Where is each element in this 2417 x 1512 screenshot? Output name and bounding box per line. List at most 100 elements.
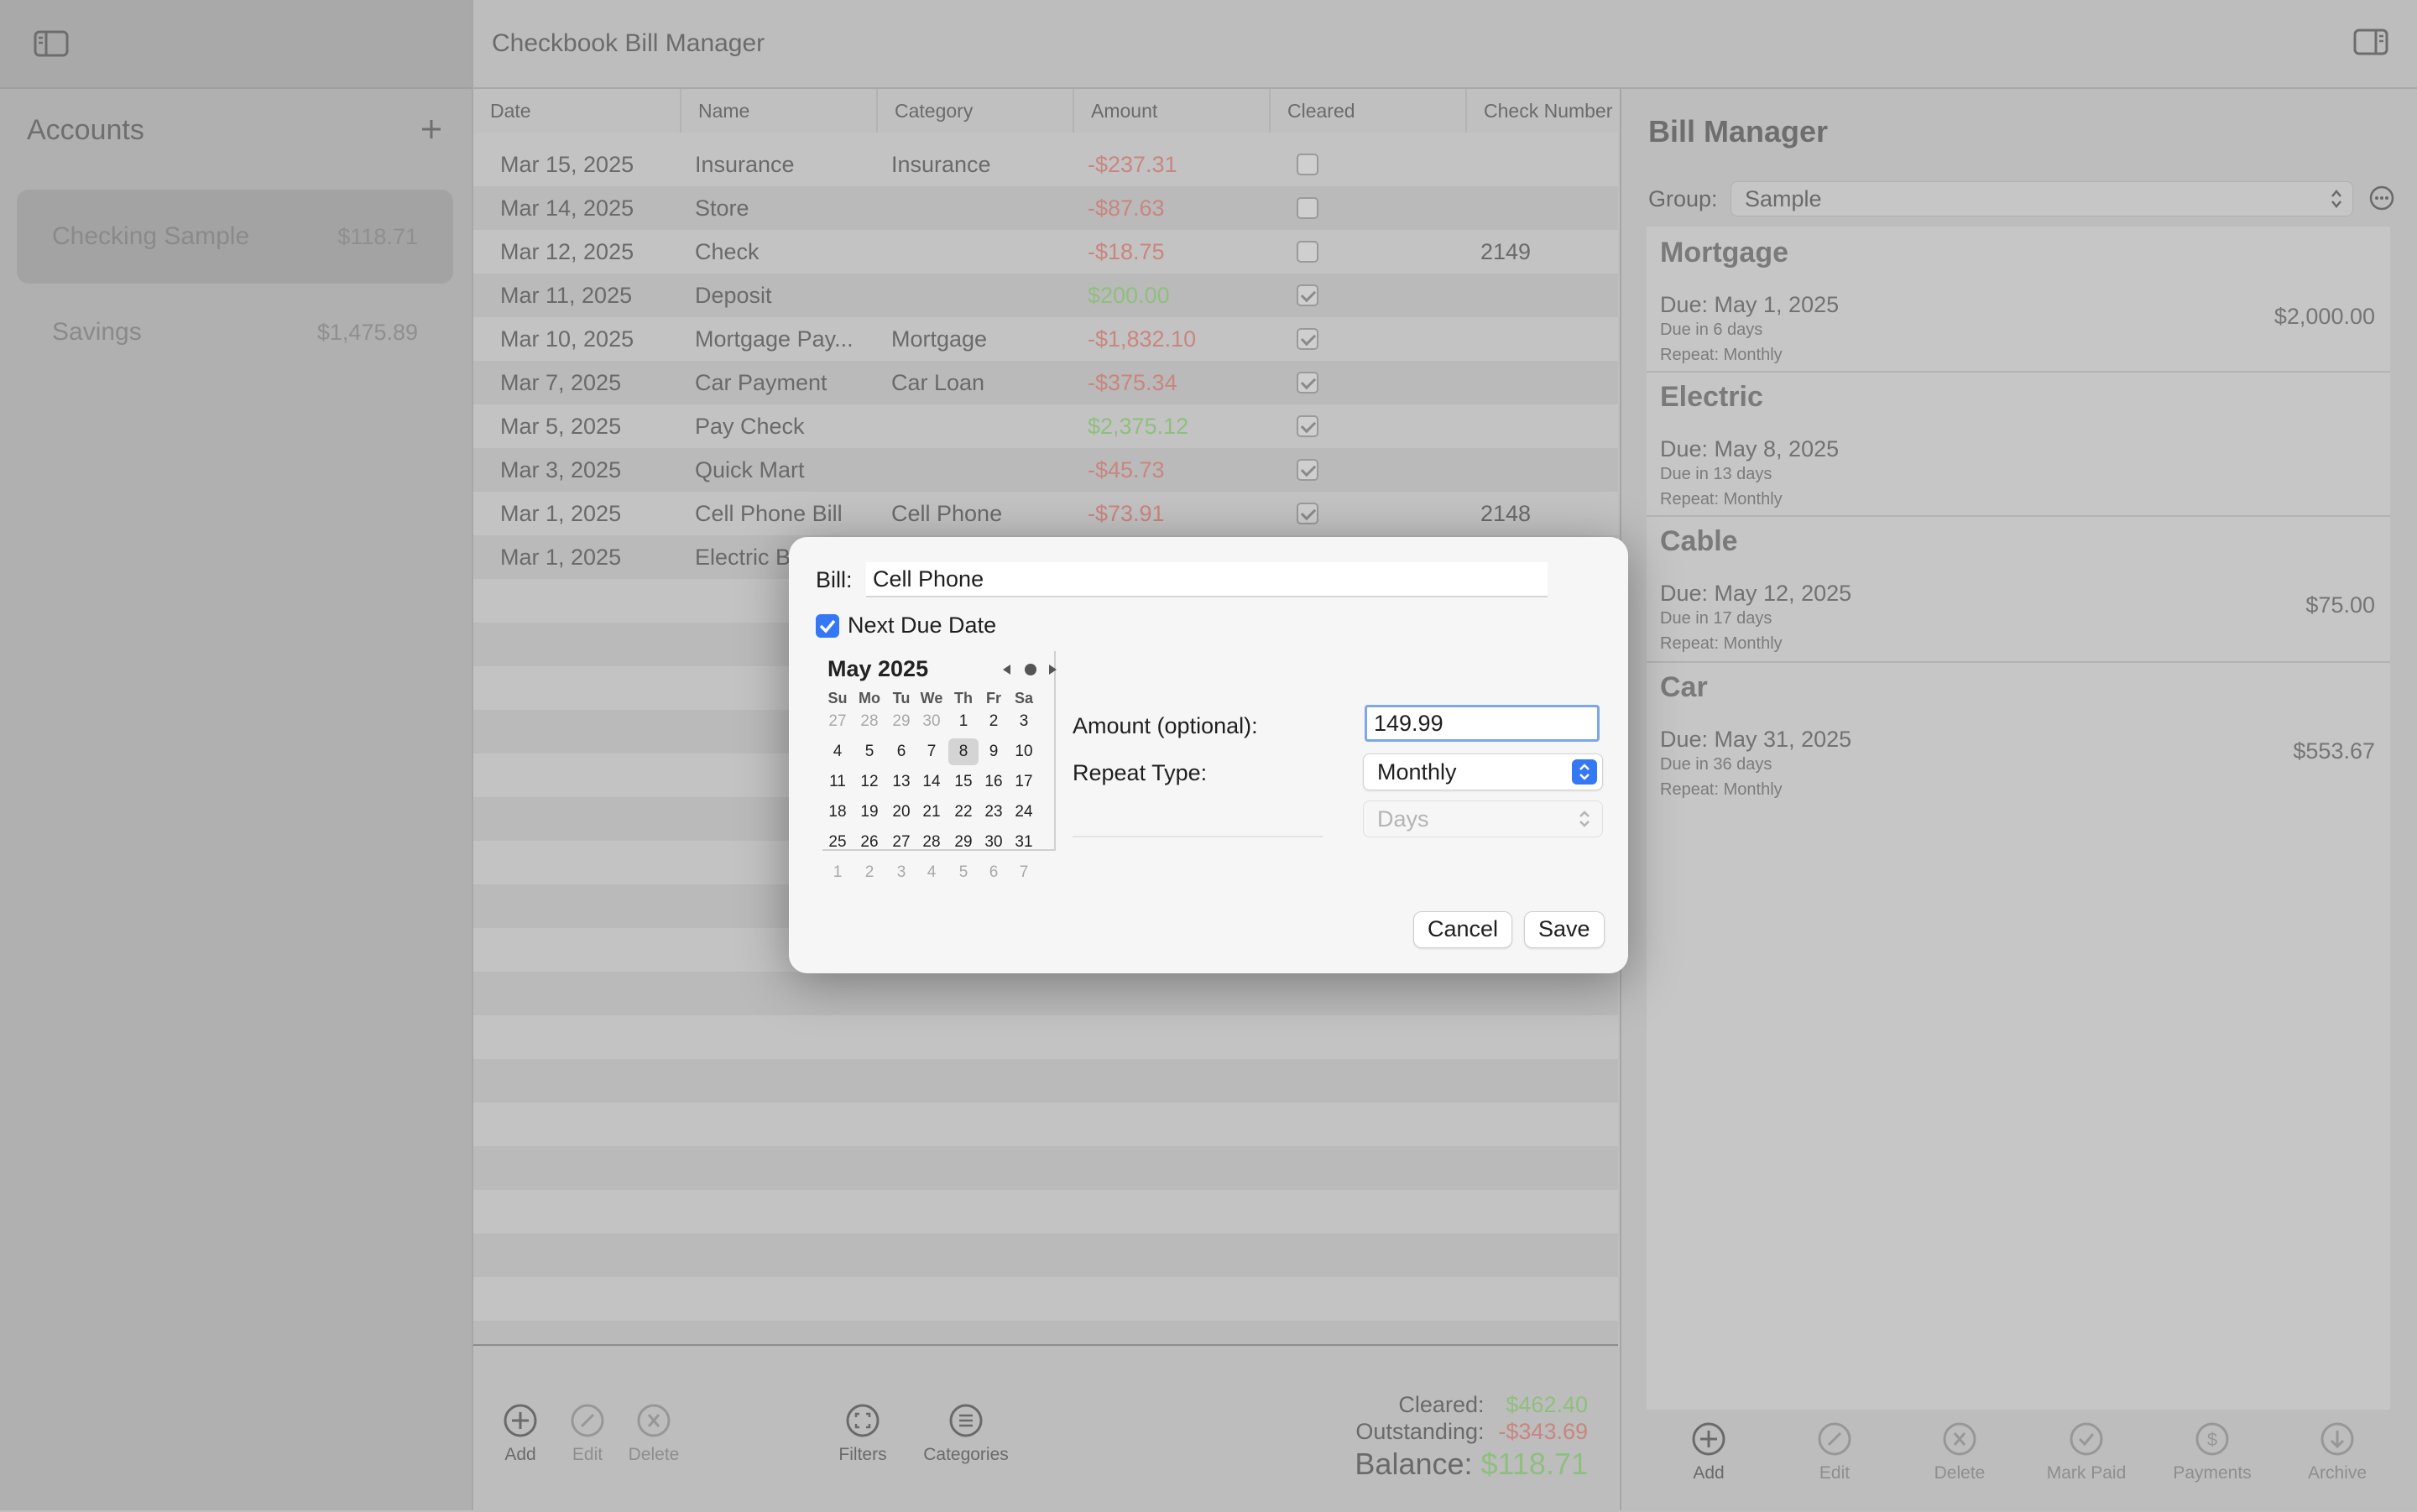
table-row[interactable]: Mar 14, 2025 Store -$87.63 [473,186,1618,230]
cleared-checkbox[interactable] [1297,154,1318,175]
add-account-icon[interactable] [420,117,443,141]
calendar-day[interactable]: 29 [948,829,979,856]
calendar-day[interactable]: 1 [948,708,979,735]
bill-item-cable[interactable]: Cable Due: May 12, 2025 Due in 17 days R… [1647,517,2390,663]
calendar-day[interactable]: 27 [886,829,916,856]
cleared-checkbox[interactable] [1297,459,1318,481]
calendar-day[interactable]: 3 [1009,708,1039,735]
calendar-day[interactable]: 12 [854,769,885,795]
calendar-day[interactable]: 5 [948,859,979,886]
table-row[interactable]: Mar 1, 2025 Cell Phone Bill Cell Phone -$73… [473,492,1618,535]
save-button[interactable]: Save [1524,911,1605,948]
table-row[interactable]: Mar 3, 2025 Quick Mart -$45.73 [473,448,1618,492]
today-dot-icon[interactable] [1024,663,1037,676]
calendar-day[interactable]: 2 [854,859,885,886]
calendar-day[interactable]: 28 [916,829,947,856]
calendar-day[interactable]: 25 [822,829,853,856]
calendar-day[interactable]: 29 [886,708,916,735]
column-header-category[interactable]: Category [876,89,1073,133]
column-header-cleared[interactable]: Cleared [1269,89,1465,133]
calendar-day[interactable]: 16 [979,769,1009,795]
calendar-day[interactable]: 30 [916,708,947,735]
table-row[interactable]: Mar 7, 2025 Car Payment Car Loan -$375.34 [473,361,1618,404]
calendar-day[interactable]: 30 [979,829,1009,856]
more-options-icon[interactable] [2368,185,2395,211]
calendar-day[interactable]: 11 [822,769,853,795]
calendar-day[interactable]: 24 [1009,799,1039,826]
calendar-day[interactable]: 27 [822,708,853,735]
bill-item-mortgage[interactable]: Mortgage Due: May 1, 2025 Due in 6 days … [1647,227,2390,373]
calendar-day[interactable]: 17 [1009,769,1039,795]
filters-button[interactable]: Filters [833,1403,893,1465]
cleared-checkbox[interactable] [1297,284,1318,306]
calendar-day[interactable]: 23 [979,799,1009,826]
delete-transaction-button[interactable]: Delete [624,1403,683,1465]
calendar-day[interactable]: 7 [916,738,947,765]
inspector-toggle-icon[interactable] [2353,29,2388,55]
table-row[interactable]: Mar 10, 2025 Mortgage Pay... Mortgage -$1,8… [473,317,1618,361]
column-header-check-number[interactable]: Check Number [1465,89,1618,133]
calendar-day[interactable]: 2 [979,708,1009,735]
calendar-day[interactable]: 9 [979,738,1009,765]
previous-month-icon[interactable] [1000,663,1012,676]
cleared-checkbox[interactable] [1297,503,1318,524]
payments-button[interactable]: $ Payments [2162,1421,2263,1483]
calendar-day[interactable]: 7 [1009,859,1039,886]
delete-bill-button[interactable]: Delete [1922,1421,1997,1483]
calendar-day[interactable]: 13 [886,769,916,795]
mark-paid-button[interactable]: Mark Paid [2036,1421,2137,1483]
calendar-day[interactable]: 21 [916,799,947,826]
calendar-day[interactable]: 6 [886,738,916,765]
days-select[interactable]: Days [1363,800,1603,837]
calendar-day[interactable]: 15 [948,769,979,795]
calendar-day[interactable]: 22 [948,799,979,826]
cancel-button[interactable]: Cancel [1413,911,1513,948]
table-row[interactable]: Mar 12, 2025 Check -$18.75 2149 [473,230,1618,274]
amount-input[interactable]: 149.99 [1365,705,1600,742]
calendar-day[interactable]: 8 [948,738,979,765]
edit-transaction-button[interactable]: Edit [562,1403,613,1465]
edit-bill-button[interactable]: Edit [1801,1421,1868,1483]
bill-name-field[interactable]: Cell Phone [866,562,1548,597]
column-header-name[interactable]: Name [680,89,876,133]
bill-item-car[interactable]: Car Due: May 31, 2025 Due in 36 days Rep… [1647,663,2390,807]
calendar-day[interactable]: 4 [822,738,853,765]
calendar-day[interactable]: 3 [886,859,916,886]
calendar-day[interactable]: 19 [854,799,885,826]
categories-button[interactable]: Categories [920,1403,1012,1465]
cell-name: Quick Mart [695,457,805,482]
cleared-checkbox[interactable] [1297,328,1318,350]
account-item-savings[interactable]: Savings $1,475.89 [17,285,453,379]
cleared-checkbox[interactable] [1297,241,1318,263]
calendar-day[interactable]: 14 [916,769,947,795]
calendar-day[interactable]: 26 [854,829,885,856]
cleared-checkbox[interactable] [1297,197,1318,219]
column-header-amount[interactable]: Amount [1073,89,1269,133]
archive-button[interactable]: Archive [2291,1421,2383,1483]
calendar-day[interactable]: 1 [822,859,853,886]
next-month-icon[interactable] [1047,663,1059,676]
bill-item-electric[interactable]: Electric Due: May 8, 2025 Due in 13 days… [1647,373,2390,517]
column-header-date[interactable]: Date [473,89,680,133]
calendar-day[interactable]: 31 [1009,829,1039,856]
calendar-day[interactable]: 20 [886,799,916,826]
calendar-day[interactable]: 5 [854,738,885,765]
calendar-day[interactable]: 6 [979,859,1009,886]
next-due-date-checkbox[interactable] [816,614,839,638]
calendar-day[interactable]: 4 [916,859,947,886]
add-transaction-button[interactable]: Add [495,1403,546,1465]
repeat-type-select[interactable]: Monthly [1363,753,1603,790]
repeat-interval-field[interactable] [1073,802,1323,837]
table-row[interactable]: Mar 5, 2025 Pay Check $2,375.12 [473,404,1618,448]
table-row[interactable]: Mar 11, 2025 Deposit $200.00 [473,274,1618,317]
table-row[interactable]: Mar 15, 2025 Insurance Insurance -$237.31 [473,143,1618,186]
calendar-day[interactable]: 18 [822,799,853,826]
group-select[interactable]: Sample [1731,181,2353,216]
calendar-day[interactable]: 10 [1009,738,1039,765]
cleared-checkbox[interactable] [1297,415,1318,437]
sidebar-toggle-icon[interactable] [34,30,69,57]
calendar-day[interactable]: 28 [854,708,885,735]
cleared-checkbox[interactable] [1297,372,1318,394]
add-bill-button[interactable]: Add [1675,1421,1742,1483]
account-item-checking[interactable]: Checking Sample $118.71 [17,190,453,284]
